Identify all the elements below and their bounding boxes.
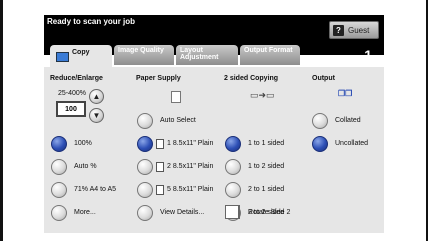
- copy-panel: Reduce/Enlarge 25-400% 100 ▲ ▼ 100% Auto…: [44, 67, 384, 233]
- copy-screen: Ready to scan your job ? Guest Copy Imag…: [0, 0, 428, 241]
- status-text: Ready to scan your job: [47, 17, 136, 26]
- rotate-side-2-checkbox[interactable]: [225, 205, 239, 219]
- decrease-arrow-icon[interactable]: ▼: [89, 108, 104, 123]
- paper-option-label: 2 8.5x11" Plain: [167, 163, 214, 170]
- paper-option-label: 5 8.5x11" Plain: [167, 186, 214, 193]
- sided-option-label: 1 to 1 sided: [248, 140, 285, 147]
- paper-option-label: View Details...: [160, 209, 205, 216]
- sided-option-label: 2 to 1 sided: [248, 186, 285, 193]
- rotate-side-2-label: Rotate Side 2: [248, 209, 291, 216]
- two-sided-title: 2 sided Copying: [224, 75, 279, 82]
- output-option-label: Collated: [335, 117, 361, 124]
- tab-image-quality-label: Image Quality: [118, 47, 164, 54]
- radio-reduce-auto[interactable]: [51, 159, 67, 175]
- reduce-enlarge-title: Reduce/Enlarge: [50, 75, 103, 82]
- tray-sheet-icon: [156, 139, 164, 149]
- radio-reduce-71[interactable]: [51, 182, 67, 198]
- copy-icon: [56, 52, 69, 62]
- left-edge: [0, 0, 3, 241]
- reduce-option-label: 100%: [74, 140, 92, 147]
- tray-sheet-icon: [156, 185, 164, 195]
- tab-copy[interactable]: Copy: [50, 45, 112, 67]
- tab-image-quality[interactable]: Image Quality: [114, 45, 174, 65]
- tab-output-format[interactable]: Output Format: [240, 45, 300, 65]
- tab-copy-label: Copy: [72, 49, 90, 56]
- radio-paper-tray2[interactable]: [137, 159, 153, 175]
- help-icon: ?: [333, 24, 344, 36]
- reduce-option-label: Auto %: [74, 163, 97, 170]
- page-number: 1: [364, 47, 372, 63]
- radio-output-collated[interactable]: [312, 113, 328, 129]
- radio-output-uncollated[interactable]: [312, 136, 328, 152]
- output-option-label: Uncollated: [335, 140, 369, 147]
- radio-paper-details[interactable]: [137, 205, 153, 221]
- collate-icon: ❐❐: [338, 89, 353, 98]
- tab-layout-adjustment-label: Layout Adjustment: [180, 47, 219, 61]
- radio-paper-auto[interactable]: [137, 113, 153, 129]
- radio-reduce-100[interactable]: [51, 136, 67, 152]
- paper-icon: [171, 91, 181, 103]
- tray-sheet-icon: [156, 162, 164, 172]
- reduce-option-label: 71% A4 to A5: [74, 186, 117, 193]
- reduce-option-label: More...: [74, 209, 96, 216]
- paper-option-label: Auto Select: [160, 117, 196, 124]
- duplex-icon: ▭➜▭: [250, 90, 275, 100]
- paper-option-label: 1 8.5x11" Plain: [167, 140, 214, 147]
- tab-bar: Copy Image Quality Layout Adjustment Out…: [44, 45, 384, 67]
- reduce-range-label: 25-400%: [58, 90, 87, 97]
- guest-button[interactable]: ? Guest: [329, 21, 379, 39]
- increase-arrow-icon[interactable]: ▲: [89, 89, 104, 104]
- radio-reduce-more[interactable]: [51, 205, 67, 221]
- output-title: Output: [312, 75, 335, 82]
- radio-sided-2to1[interactable]: [225, 182, 241, 198]
- tab-layout-adjustment[interactable]: Layout Adjustment: [176, 45, 238, 65]
- radio-sided-1to2[interactable]: [225, 159, 241, 175]
- sided-option-label: 1 to 2 sided: [248, 163, 285, 170]
- paper-supply-title: Paper Supply: [136, 75, 181, 82]
- radio-sided-1to1[interactable]: [225, 136, 241, 152]
- radio-paper-tray1[interactable]: [137, 136, 153, 152]
- radio-paper-tray5[interactable]: [137, 182, 153, 198]
- tab-output-format-label: Output Format: [244, 47, 293, 54]
- reduce-value-field[interactable]: 100: [56, 101, 86, 117]
- guest-label: Guest: [348, 25, 370, 35]
